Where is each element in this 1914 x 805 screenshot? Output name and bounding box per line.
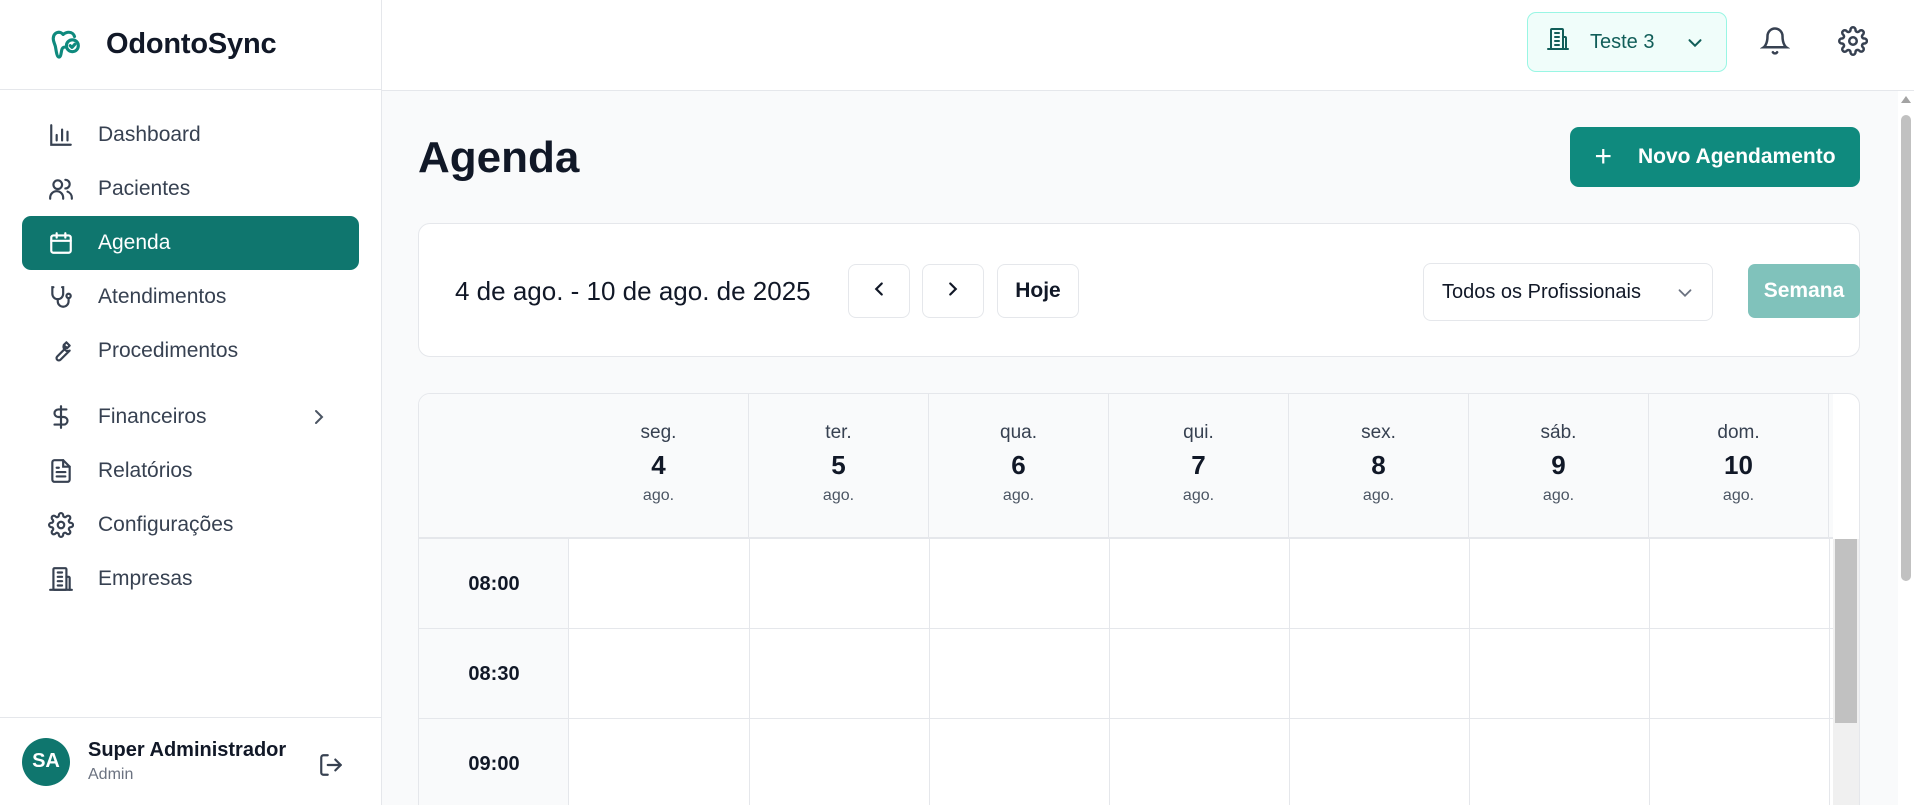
sidebar-nav: Dashboard Pacientes Agenda Atendimentos … bbox=[0, 90, 381, 606]
gear-icon[interactable] bbox=[1838, 26, 1870, 58]
sidebar-item-empresas[interactable]: Empresas bbox=[22, 552, 359, 606]
day-header[interactable]: sex. 8 ago. bbox=[1289, 394, 1469, 539]
sidebar-item-agenda[interactable]: Agenda bbox=[22, 216, 359, 270]
user-panel: SA Super Administrador Admin bbox=[0, 717, 382, 805]
next-week-button[interactable] bbox=[922, 264, 984, 318]
chevron-right-icon bbox=[307, 405, 331, 429]
chevron-right-icon bbox=[942, 278, 964, 305]
sidebar-item-label: Empresas bbox=[98, 567, 193, 590]
plus-icon: + bbox=[1594, 140, 1612, 173]
building-icon bbox=[46, 564, 76, 594]
slot-time-label: 09:00 bbox=[468, 753, 520, 775]
stethoscope-icon bbox=[46, 282, 76, 312]
app-name: OdontoSync bbox=[106, 28, 277, 60]
sidebar-item-relatorios[interactable]: Relatórios bbox=[22, 444, 359, 498]
time-slot-row[interactable]: 08:30 bbox=[419, 629, 1833, 719]
week-view-button[interactable]: Semana bbox=[1748, 264, 1860, 318]
new-appointment-button[interactable]: + Novo Agendamento bbox=[1570, 127, 1860, 187]
user-role: Admin bbox=[88, 766, 134, 783]
sidebar: OdontoSync Dashboard Pacientes Agenda At… bbox=[0, 0, 382, 805]
logout-icon[interactable] bbox=[318, 752, 346, 780]
top-header: Teste 3 bbox=[382, 0, 1914, 91]
sidebar-item-label: Dashboard bbox=[98, 123, 201, 146]
scroll-up-arrow-icon[interactable] bbox=[1901, 96, 1911, 103]
time-slot-row[interactable]: 08:00 bbox=[419, 539, 1833, 629]
day-header[interactable]: qua. 6 ago. bbox=[929, 394, 1109, 539]
professional-select[interactable]: Todos os Profissionais bbox=[1423, 263, 1713, 321]
time-slot-row[interactable]: 09:00 bbox=[419, 719, 1833, 805]
chevron-down-icon bbox=[1684, 32, 1706, 54]
day-header[interactable]: seg. 4 ago. bbox=[569, 394, 749, 539]
main-content: Agenda + Novo Agendamento 4 de ago. - 10… bbox=[382, 91, 1914, 805]
sidebar-item-configuracoes[interactable]: Configurações bbox=[22, 498, 359, 552]
sidebar-item-label: Agenda bbox=[98, 231, 171, 254]
sidebar-item-financeiros[interactable]: Financeiros bbox=[22, 390, 359, 444]
bell-icon[interactable] bbox=[1759, 26, 1792, 58]
page-title: Agenda bbox=[418, 133, 580, 182]
calendar-icon bbox=[46, 228, 76, 258]
avatar[interactable]: SA bbox=[22, 737, 70, 786]
company-selector[interactable]: Teste 3 bbox=[1527, 12, 1727, 72]
new-appointment-label: Novo Agendamento bbox=[1637, 145, 1836, 168]
today-button[interactable]: Hoje bbox=[997, 264, 1079, 318]
scrollbar-thumb[interactable] bbox=[1835, 539, 1857, 723]
sidebar-item-label: Relatórios bbox=[98, 459, 193, 482]
sidebar-item-atendimentos[interactable]: Atendimentos bbox=[22, 270, 359, 324]
previous-week-button[interactable] bbox=[848, 264, 910, 318]
date-range-label: 4 de ago. - 10 de ago. de 2025 bbox=[455, 276, 811, 306]
tooth-logo-icon bbox=[46, 25, 86, 65]
user-name: Super Administrador bbox=[88, 739, 287, 761]
sidebar-item-label: Atendimentos bbox=[98, 285, 227, 308]
calendar-toolbar: 4 de ago. - 10 de ago. de 2025 Hoje Todo… bbox=[418, 223, 1860, 357]
sidebar-item-dashboard[interactable]: Dashboard bbox=[22, 108, 359, 162]
users-icon bbox=[46, 174, 76, 204]
file-text-icon bbox=[46, 456, 76, 486]
sidebar-item-pacientes[interactable]: Pacientes bbox=[22, 162, 359, 216]
company-name: Teste 3 bbox=[1590, 30, 1655, 53]
gear-icon bbox=[46, 510, 76, 540]
dollar-icon bbox=[46, 402, 76, 432]
chevron-down-icon bbox=[1674, 282, 1696, 304]
week-calendar: seg. 4 ago. ter. 5 ago. qua. 6 ago. qui.… bbox=[418, 393, 1860, 805]
day-header[interactable]: sáb. 9 ago. bbox=[1469, 394, 1649, 539]
sidebar-item-label: Financeiros bbox=[98, 405, 207, 428]
calendar-scrollbar[interactable] bbox=[1833, 539, 1859, 805]
sidebar-item-label: Procedimentos bbox=[98, 339, 239, 362]
sidebar-item-procedimentos[interactable]: Procedimentos bbox=[22, 324, 359, 378]
page-scrollbar[interactable] bbox=[1898, 91, 1914, 805]
bar-chart-icon bbox=[46, 120, 76, 150]
sidebar-item-label: Configurações bbox=[98, 513, 234, 536]
day-header[interactable]: dom. 10 ago. bbox=[1649, 394, 1829, 539]
brand: OdontoSync bbox=[0, 0, 381, 90]
chevron-left-icon bbox=[868, 278, 890, 305]
slot-time-label: 08:30 bbox=[468, 663, 520, 685]
day-header[interactable]: ter. 5 ago. bbox=[749, 394, 929, 539]
professional-select-value: Todos os Profissionais bbox=[1442, 280, 1641, 303]
wrench-icon bbox=[46, 336, 76, 366]
day-header[interactable]: qui. 7 ago. bbox=[1109, 394, 1289, 539]
building-icon bbox=[1546, 27, 1570, 57]
scrollbar-thumb[interactable] bbox=[1901, 115, 1911, 581]
sidebar-item-label: Pacientes bbox=[98, 177, 191, 200]
slot-time-label: 08:00 bbox=[468, 573, 520, 595]
calendar-header: seg. 4 ago. ter. 5 ago. qua. 6 ago. qui.… bbox=[419, 394, 1833, 539]
